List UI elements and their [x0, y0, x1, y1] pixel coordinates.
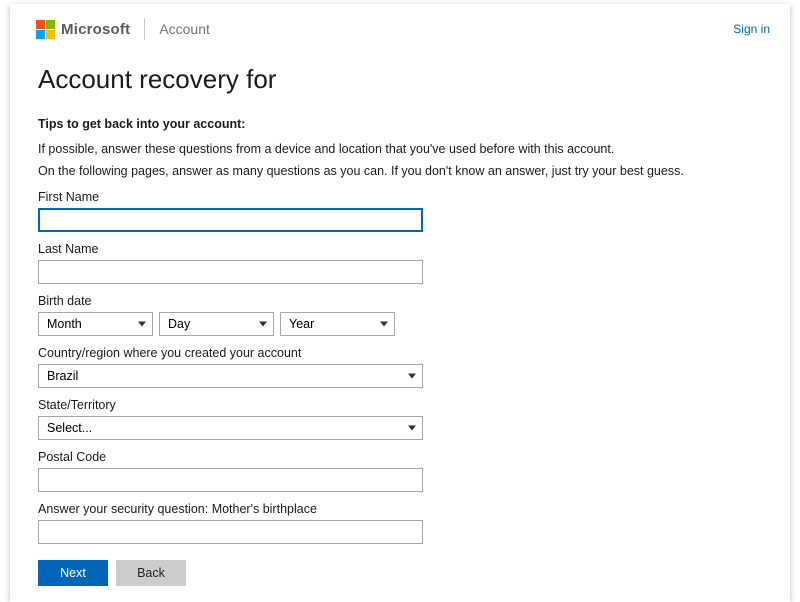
birth-day-value: Day [168, 317, 190, 331]
last-name-label: Last Name [38, 242, 762, 256]
state-value: Select... [47, 421, 92, 435]
security-input[interactable] [38, 520, 423, 544]
brand-text: Microsoft [61, 21, 130, 38]
birth-month-select[interactable]: Month [38, 312, 153, 336]
header: Microsoft Account Sign in [10, 4, 790, 46]
country-select[interactable]: Brazil [38, 364, 423, 388]
country-value: Brazil [47, 369, 78, 383]
birth-date-row: Month Day Year [38, 312, 762, 336]
chevron-down-icon [408, 426, 416, 431]
postal-input[interactable] [38, 468, 423, 492]
microsoft-logo-icon [36, 20, 55, 39]
signin-link[interactable]: Sign in [733, 22, 770, 36]
tips-line-2: On the following pages, answer as many q… [38, 163, 762, 181]
chevron-down-icon [259, 322, 267, 327]
birth-day-select[interactable]: Day [159, 312, 274, 336]
birth-month-value: Month [47, 317, 82, 331]
page-card: Microsoft Account Sign in Account recove… [10, 4, 790, 602]
header-section: Account [159, 21, 210, 37]
state-select[interactable]: Select... [38, 416, 423, 440]
postal-label: Postal Code [38, 450, 762, 464]
birth-year-select[interactable]: Year [280, 312, 395, 336]
tips-line-1: If possible, answer these questions from… [38, 141, 762, 159]
header-divider [144, 18, 145, 40]
tips-heading: Tips to get back into your account: [38, 117, 762, 131]
chevron-down-icon [138, 322, 146, 327]
state-label: State/Territory [38, 398, 762, 412]
country-label: Country/region where you created your ac… [38, 346, 762, 360]
page-title: Account recovery for [38, 64, 762, 95]
first-name-label: First Name [38, 190, 762, 204]
brand-block: Microsoft Account [36, 18, 210, 40]
content: Account recovery for Tips to get back in… [10, 46, 790, 586]
next-button[interactable]: Next [38, 560, 108, 586]
chevron-down-icon [408, 374, 416, 379]
security-label: Answer your security question: Mother's … [38, 502, 762, 516]
birth-year-value: Year [289, 317, 314, 331]
chevron-down-icon [380, 322, 388, 327]
button-row: Next Back [38, 560, 762, 586]
birth-date-label: Birth date [38, 294, 762, 308]
first-name-input[interactable] [38, 208, 423, 232]
back-button[interactable]: Back [116, 560, 186, 586]
last-name-input[interactable] [38, 260, 423, 284]
